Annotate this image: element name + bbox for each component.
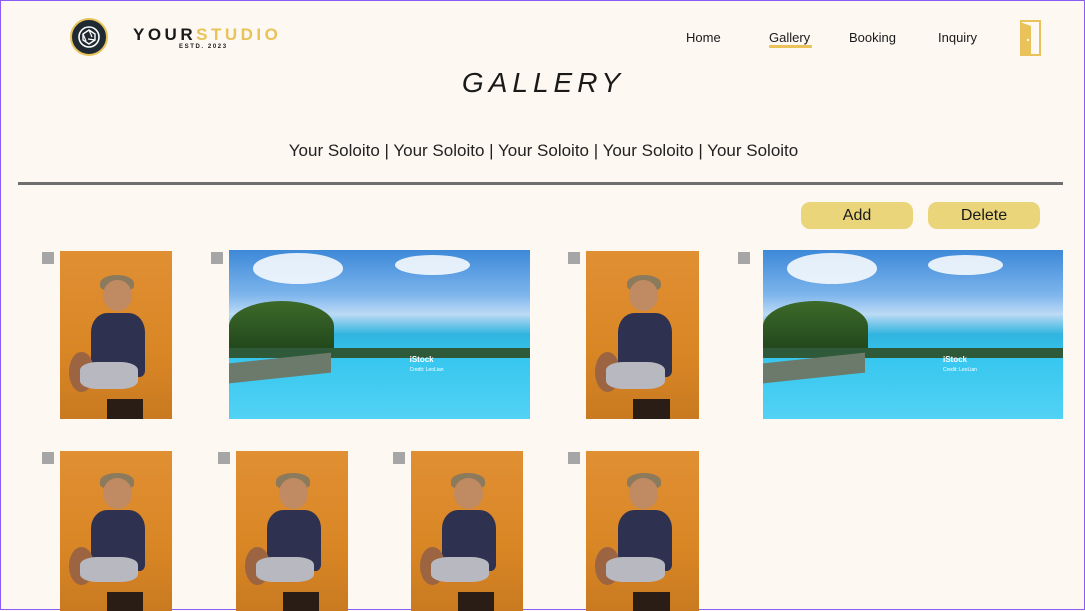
door-icon[interactable] (1018, 19, 1042, 62)
watermark-text: iStock (943, 354, 968, 364)
gallery-photo-portrait[interactable] (586, 251, 699, 419)
page-title: GALLERY (461, 67, 626, 98)
gallery-photo-portrait[interactable] (236, 451, 348, 611)
watermark-credit: Credit: LeoLian (943, 366, 977, 373)
brand-part-your: YOUR (133, 25, 197, 44)
photo-select-checkbox[interactable] (211, 252, 223, 264)
watermark-credit: Credit: LeoLian (409, 366, 444, 373)
gallery-photo-portrait[interactable] (411, 451, 523, 611)
nav-home[interactable]: Home (686, 30, 721, 45)
photo-select-checkbox[interactable] (568, 452, 580, 464)
photo-select-checkbox[interactable] (393, 452, 405, 464)
gallery-photo-portrait[interactable] (60, 251, 172, 419)
nav-gallery[interactable]: Gallery (769, 30, 810, 45)
divider (18, 182, 1063, 185)
add-button[interactable]: Add (801, 202, 913, 229)
photo-select-checkbox[interactable] (738, 252, 750, 264)
photo-select-checkbox[interactable] (42, 252, 54, 264)
delete-button[interactable]: Delete (928, 202, 1040, 229)
nav-inquiry[interactable]: Inquiry (938, 30, 977, 45)
brand-tagline: ESTD. 2023 (179, 44, 228, 50)
logo-aperture-icon[interactable] (70, 18, 108, 56)
brand-name[interactable]: YOURSTUDIO (133, 25, 281, 45)
photo-select-checkbox[interactable] (42, 452, 54, 464)
gallery-photo-portrait[interactable] (586, 451, 699, 611)
photo-select-checkbox[interactable] (218, 452, 230, 464)
brand-part-studio: STUDIO (196, 25, 282, 44)
gallery-photo-beach[interactable]: iStock Credit: LeoLian (229, 250, 530, 419)
page-subtitle: Your Soloito | Your Soloito | Your Soloi… (288, 141, 799, 160)
nav-active-indicator (769, 45, 812, 48)
gallery-photo-beach[interactable]: iStock Credit: LeoLian (763, 250, 1063, 419)
photo-select-checkbox[interactable] (568, 252, 580, 264)
watermark-text: iStock (409, 354, 434, 364)
gallery-photo-portrait[interactable] (60, 451, 172, 611)
nav-booking[interactable]: Booking (849, 30, 896, 45)
